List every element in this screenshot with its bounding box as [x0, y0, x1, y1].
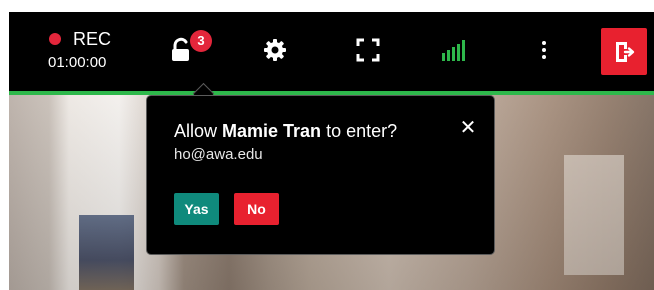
recording-timer: 01:00:00 [48, 54, 107, 71]
admit-prompt-prefix: Allow [174, 121, 223, 141]
close-icon[interactable]: ✕ [456, 116, 480, 140]
recording-label: REC [73, 29, 112, 49]
admit-no-button[interactable]: No [234, 193, 279, 225]
signal-strength-icon [442, 40, 465, 61]
gear-icon [264, 39, 286, 61]
fullscreen-button[interactable] [348, 30, 388, 70]
fullscreen-icon [356, 38, 380, 62]
recording-indicator: REC 01:00:00 [45, 26, 125, 76]
pending-requests-badge: 3 [190, 30, 212, 52]
more-vertical-icon [542, 41, 546, 59]
leave-door-icon [616, 41, 635, 62]
settings-button[interactable] [255, 30, 295, 70]
meeting-toolbar: REC 01:00:00 3 [9, 12, 654, 91]
admit-prompt: Allow Mamie Tran to enter? [174, 120, 397, 142]
admit-yes-button[interactable]: Yas [174, 193, 219, 225]
participant-name: Mamie Tran [222, 121, 322, 141]
recording-dot-icon [49, 33, 61, 45]
more-options-button[interactable] [524, 30, 564, 70]
leave-meeting-button[interactable] [601, 28, 647, 75]
connection-quality-button[interactable] [435, 30, 475, 70]
participant-email: ho@awa.edu [174, 146, 263, 163]
admit-participant-popover: Allow Mamie Tran to enter? ho@awa.edu ✕ … [146, 95, 495, 255]
admit-prompt-suffix: to enter? [321, 121, 398, 141]
